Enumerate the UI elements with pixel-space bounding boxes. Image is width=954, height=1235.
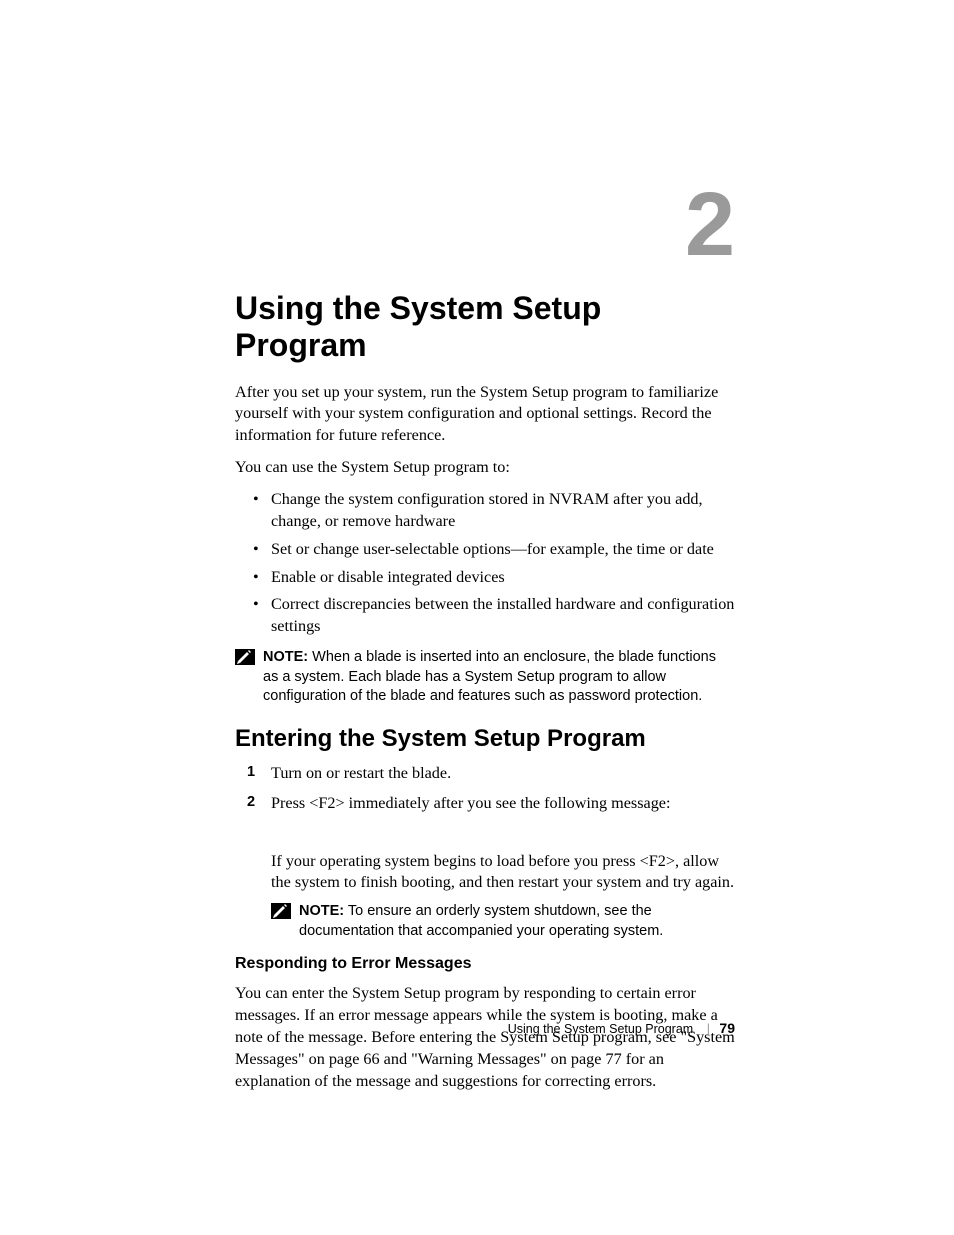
note-text: NOTE: To ensure an orderly system shutdo…	[299, 902, 735, 941]
step-number: 1	[247, 763, 255, 783]
footer-title: Using the System Setup Program	[508, 1022, 694, 1036]
subsection-paragraph: You can enter the System Setup program b…	[235, 983, 735, 1092]
note-pencil-icon	[271, 903, 291, 919]
intro-paragraph-1: After you set up your system, run the Sy…	[235, 382, 735, 448]
note-pencil-icon	[235, 649, 255, 665]
page-content: 2 Using the System Setup Program After y…	[235, 180, 735, 1103]
list-item: Enable or disable integrated devices	[235, 567, 735, 589]
note-label: NOTE:	[263, 649, 308, 665]
step-text: Press <F2> immediately after you see the…	[271, 794, 670, 812]
step-sub-paragraph: If your operating system begins to load …	[271, 851, 735, 895]
intro-paragraph-2: You can use the System Setup program to:	[235, 457, 735, 479]
note-body: To ensure an orderly system shutdown, se…	[299, 903, 663, 939]
step-item: 2 Press <F2> immediately after you see t…	[235, 793, 735, 942]
note-text: NOTE: When a blade is inserted into an e…	[263, 648, 735, 707]
section-heading: Entering the System Setup Program	[235, 725, 735, 753]
footer-page-number: 79	[719, 1020, 735, 1036]
list-item: Set or change user-selectable options—fo…	[235, 539, 735, 561]
note-body: When a blade is inserted into an enclosu…	[263, 649, 716, 704]
step-item: 1 Turn on or restart the blade.	[235, 763, 735, 785]
note-block-1: NOTE: When a blade is inserted into an e…	[235, 648, 735, 707]
intro-bullets: Change the system configuration stored i…	[235, 489, 735, 638]
note-label: NOTE:	[299, 903, 344, 919]
page-footer: Using the System Setup Program | 79	[235, 1020, 735, 1036]
chapter-number: 2	[235, 180, 735, 270]
step-text: Turn on or restart the blade.	[271, 764, 451, 782]
note-block-2: NOTE: To ensure an orderly system shutdo…	[271, 902, 735, 941]
steps-list: 1 Turn on or restart the blade. 2 Press …	[235, 763, 735, 942]
step-number: 2	[247, 793, 255, 813]
list-item: Correct discrepancies between the instal…	[235, 594, 735, 638]
footer-separator: |	[707, 1022, 710, 1036]
chapter-title: Using the System Setup Program	[235, 290, 735, 364]
list-item: Change the system configuration stored i…	[235, 489, 735, 533]
subsection-heading: Responding to Error Messages	[235, 955, 735, 973]
